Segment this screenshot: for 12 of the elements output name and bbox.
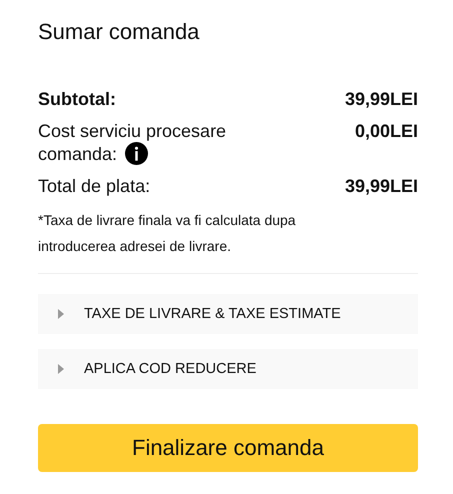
- summary-label: Cost serviciu procesare comanda:: [38, 120, 228, 165]
- summary-title: Sumar comanda: [38, 18, 200, 46]
- summary-value: 39,99LEI: [344, 88, 418, 110]
- summary-value: 0,00LEI: [354, 120, 418, 142]
- accordion-header[interactable]: TAXE DE LIVRARE & TAXE ESTIMATE: [38, 294, 418, 334]
- info-icon[interactable]: [125, 142, 148, 165]
- summary-value: 39,99LEI: [344, 175, 418, 197]
- accordion-header[interactable]: APLICA COD REDUCERE: [38, 349, 418, 389]
- summary-label: Subtotal:: [38, 88, 117, 110]
- delivery-note: *Taxa de livrare finala va fi calculata dupa introducerea adresei de livrare.: [38, 211, 297, 256]
- checkout-button[interactable]: Finalizare comanda: [38, 424, 418, 472]
- summary-label: Total de plata:: [38, 175, 152, 197]
